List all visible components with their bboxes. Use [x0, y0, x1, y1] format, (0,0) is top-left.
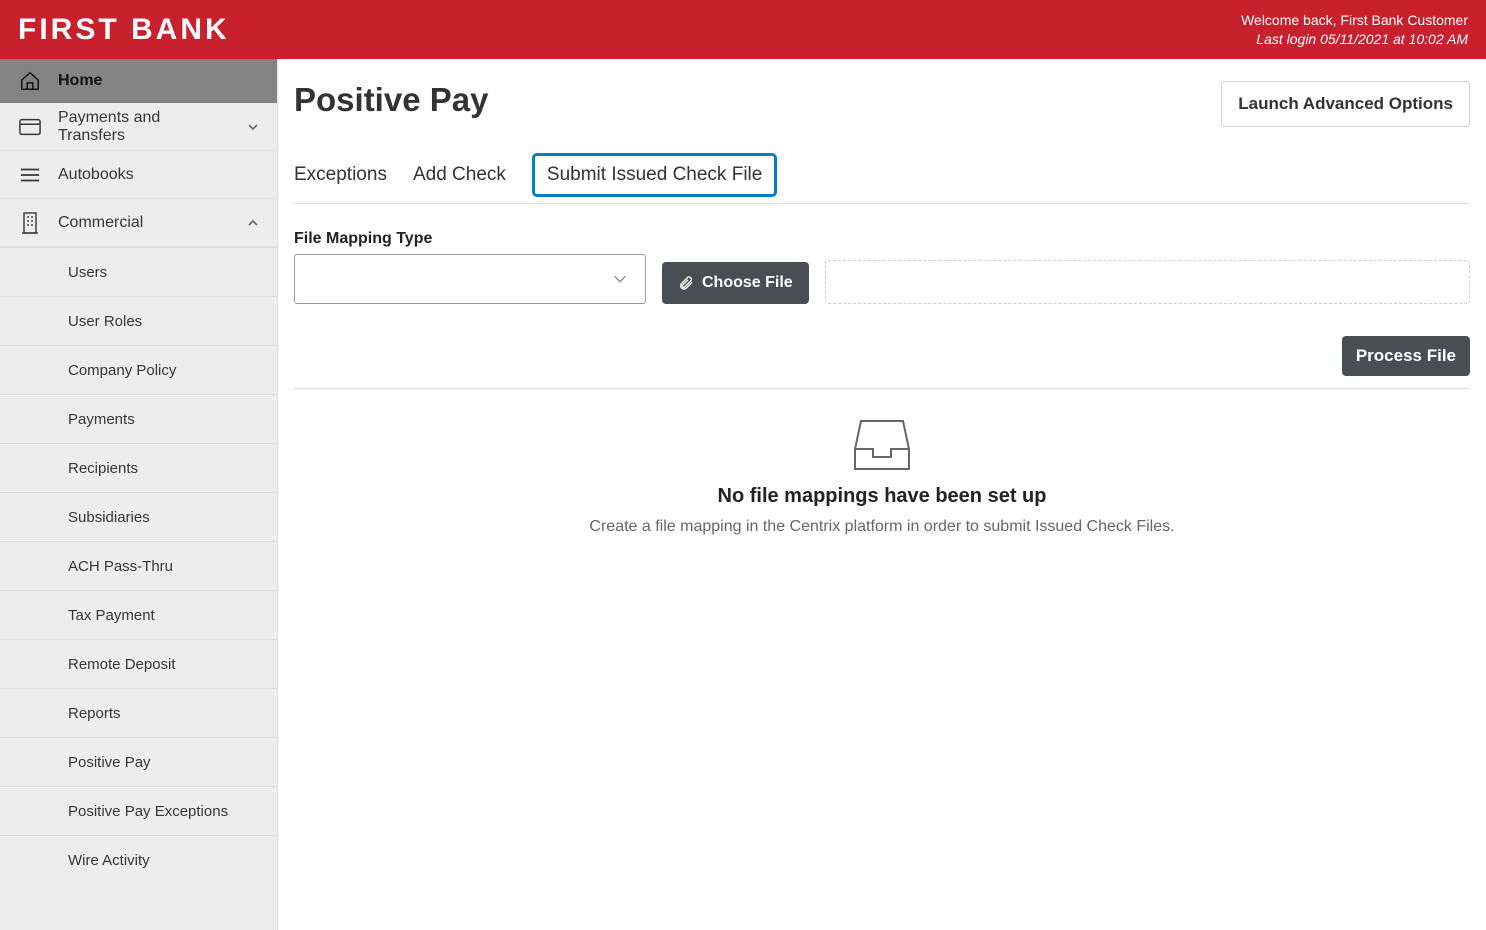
inbox-icon — [294, 419, 1470, 471]
sidebar-subitem-reports[interactable]: Reports — [0, 688, 277, 737]
sidebar-subitem-ach-pass-thru[interactable]: ACH Pass-Thru — [0, 541, 277, 590]
brand-logo: FIRST BANK — [18, 13, 230, 47]
sidebar-subitem-label: Remote Deposit — [68, 656, 176, 673]
sidebar-subitem-wire-activity[interactable]: Wire Activity — [0, 835, 277, 884]
last-login-text: Last login 05/11/2021 at 10:02 AM — [1241, 30, 1468, 48]
sidebar-subitem-user-roles[interactable]: User Roles — [0, 296, 277, 345]
sidebar-subitem-recipients[interactable]: Recipients — [0, 443, 277, 492]
sidebar-subitem-label: Wire Activity — [68, 852, 150, 869]
tab-submit-issued-check-file[interactable]: Submit Issued Check File — [532, 153, 777, 197]
sidebar-item-label: Home — [58, 72, 259, 90]
sidebar-subitem-users[interactable]: Users — [0, 247, 277, 296]
file-drop-zone[interactable] — [825, 260, 1470, 304]
sidebar-subitem-label: Company Policy — [68, 362, 176, 379]
sidebar-subitem-label: Payments — [68, 411, 135, 428]
chevron-down-icon — [247, 121, 259, 133]
building-icon — [18, 212, 42, 234]
tabs: Exceptions Add Check Submit Issued Check… — [294, 153, 1470, 204]
sidebar-item-payments-transfers[interactable]: Payments and Transfers — [0, 103, 277, 151]
app-header: FIRST BANK Welcome back, First Bank Cust… — [0, 0, 1486, 59]
choose-file-button[interactable]: Choose File — [662, 262, 809, 304]
tab-add-check[interactable]: Add Check — [413, 154, 506, 203]
sidebar-subitem-label: Subsidiaries — [68, 509, 150, 526]
sidebar-item-autobooks[interactable]: Autobooks — [0, 151, 277, 199]
sidebar-subitem-tax-payment[interactable]: Tax Payment — [0, 590, 277, 639]
sidebar-subitem-label: Users — [68, 264, 107, 281]
sidebar-subitem-company-policy[interactable]: Company Policy — [0, 345, 277, 394]
sidebar-item-commercial[interactable]: Commercial — [0, 199, 277, 247]
main-content: Positive Pay Launch Advanced Options Exc… — [278, 59, 1486, 930]
sidebar-subitem-label: Positive Pay — [68, 754, 151, 771]
sidebar: Home Payments and Transfers Autobooks Co… — [0, 59, 278, 930]
page-title: Positive Pay — [294, 81, 488, 119]
sidebar-subitem-label: ACH Pass-Thru — [68, 558, 173, 575]
file-mapping-type-select[interactable] — [294, 254, 646, 304]
tab-exceptions[interactable]: Exceptions — [294, 154, 387, 203]
file-mapping-type-label: File Mapping Type — [294, 230, 646, 248]
paperclip-icon — [678, 275, 694, 291]
sidebar-subitem-label: Positive Pay Exceptions — [68, 803, 228, 820]
sidebar-subitem-subsidiaries[interactable]: Subsidiaries — [0, 492, 277, 541]
sidebar-subitem-positive-pay-exceptions[interactable]: Positive Pay Exceptions — [0, 786, 277, 835]
card-icon — [18, 118, 42, 136]
empty-state-title: No file mappings have been set up — [294, 485, 1470, 508]
sidebar-subitem-payments[interactable]: Payments — [0, 394, 277, 443]
empty-state: No file mappings have been set up Create… — [294, 419, 1470, 536]
sidebar-subitem-label: Recipients — [68, 460, 138, 477]
sidebar-subitem-positive-pay[interactable]: Positive Pay — [0, 737, 277, 786]
choose-file-label: Choose File — [702, 274, 793, 292]
process-file-button[interactable]: Process File — [1342, 336, 1470, 376]
menu-icon — [18, 166, 42, 184]
sidebar-subitem-remote-deposit[interactable]: Remote Deposit — [0, 639, 277, 688]
launch-advanced-options-button[interactable]: Launch Advanced Options — [1221, 81, 1470, 127]
home-icon — [18, 70, 42, 92]
welcome-text: Welcome back, First Bank Customer — [1241, 11, 1468, 29]
sidebar-subitem-label: Reports — [68, 705, 121, 722]
sidebar-item-home[interactable]: Home — [0, 59, 277, 103]
header-user-info: Welcome back, First Bank Customer Last l… — [1241, 11, 1468, 47]
file-mapping-field: File Mapping Type — [294, 230, 646, 304]
chevron-up-icon — [247, 217, 259, 229]
sidebar-item-label: Payments and Transfers — [58, 109, 231, 145]
sidebar-subitem-label: User Roles — [68, 313, 142, 330]
sidebar-item-label: Autobooks — [58, 166, 259, 184]
sidebar-subitem-label: Tax Payment — [68, 607, 155, 624]
chevron-down-icon — [611, 270, 629, 288]
empty-state-subtitle: Create a file mapping in the Centrix pla… — [294, 518, 1470, 536]
sidebar-item-label: Commercial — [58, 214, 231, 232]
section-divider — [294, 388, 1470, 389]
